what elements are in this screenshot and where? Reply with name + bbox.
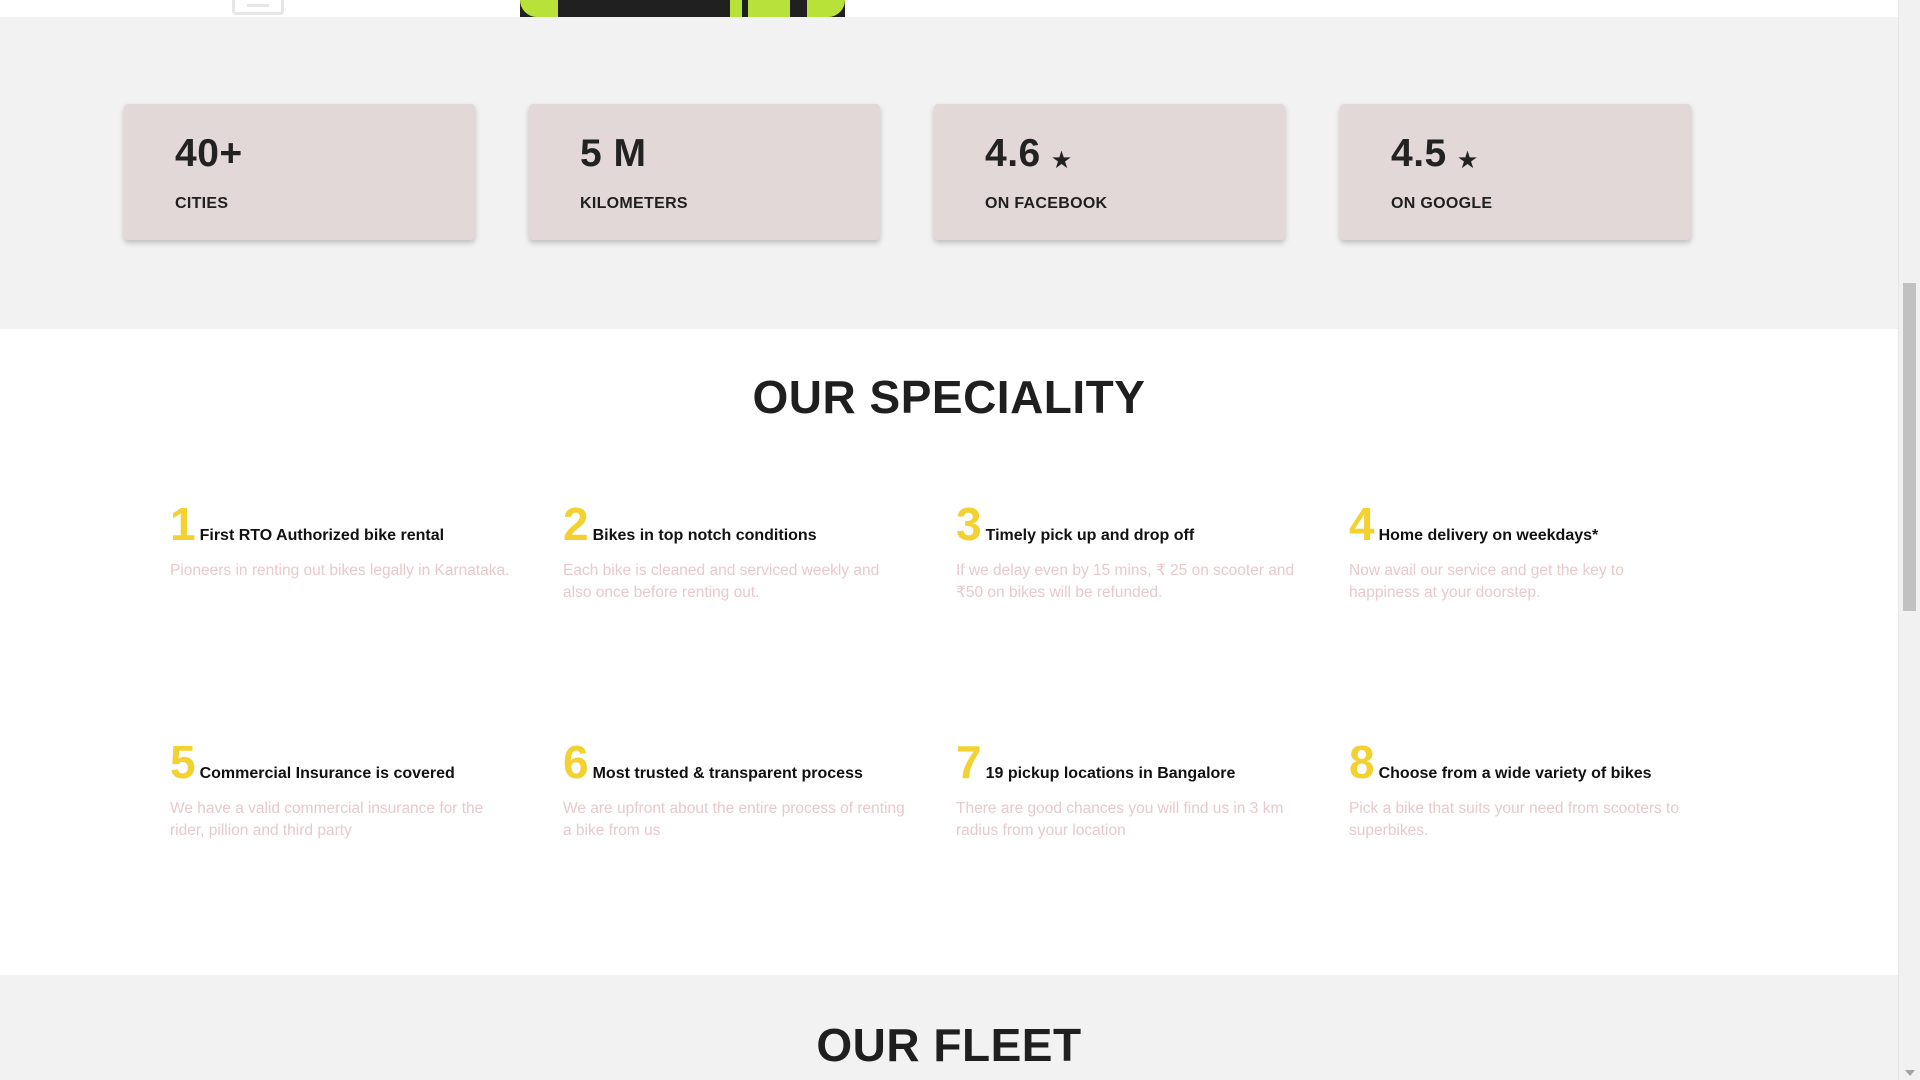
speciality-item-title: Commercial Insurance is covered [199, 765, 455, 782]
speciality-item-desc: Each bike is cleaned and serviced weekly… [563, 562, 880, 601]
speciality-item: 2 Bikes in top notch conditions Each bike… [563, 498, 913, 604]
stat-value: 40+ [175, 132, 243, 176]
stat-number: 5 M [580, 132, 647, 175]
stat-label: KILOMETERS [580, 195, 688, 212]
speciality-item-title: First RTO Authorized bike rental [199, 527, 445, 544]
stats-section: 40+ CITIES 5 M KILOMETERS 4.6 ★ ON FACEBO… [0, 17, 1898, 329]
speciality-item-desc: Pioneers in renting out bikes legally in… [170, 562, 510, 579]
speciality-number: 7 [956, 736, 982, 788]
stat-value: 4.6 ★ [985, 132, 1073, 176]
speciality-item: 3 Timely pick up and drop off If we delay… [956, 498, 1306, 604]
bike-rental-icon [232, 0, 284, 15]
stat-card-cities: 40+ CITIES [124, 104, 475, 240]
scrollbar-thumb[interactable] [1903, 283, 1916, 611]
speciality-item: 6 Most trusted & transparent process We a… [563, 736, 913, 842]
speciality-item-desc: Now avail our service and get the key to… [1349, 562, 1624, 601]
speciality-item: 7 19 pickup locations in Bangalore There … [956, 736, 1306, 842]
fleet-title: OUR FLEET [816, 1019, 1082, 1071]
speciality-item-title: 19 pickup locations in Bangalore [985, 765, 1236, 782]
stat-number: 40+ [175, 132, 243, 175]
speciality-number: 3 [956, 498, 982, 550]
speciality-number: 4 [1349, 498, 1375, 550]
stat-value: 5 M [580, 132, 647, 176]
speciality-item-title: Bikes in top notch conditions [592, 527, 817, 544]
page: 40+ CITIES 5 M KILOMETERS 4.6 ★ ON FACEBO… [0, 0, 1898, 1080]
speciality-item-title: Home delivery on weekdays* [1378, 527, 1599, 544]
speciality-item: 5 Commercial Insurance is covered We have… [170, 736, 520, 842]
speciality-item-desc: Pick a bike that suits your need from sc… [1349, 800, 1679, 839]
speciality-item-desc: We have a valid commercial insurance for… [170, 800, 484, 839]
rider-jacket-image [520, 0, 845, 17]
speciality-item-desc: If we delay even by 15 mins, ₹ 25 on sco… [956, 562, 1295, 601]
speciality-item-desc: We are upfront about the entire process … [563, 800, 905, 839]
stat-number: 4.6 [985, 132, 1041, 175]
stat-number: 4.5 [1391, 132, 1447, 175]
speciality-item: 1 First RTO Authorized bike rental Pionee… [170, 498, 520, 582]
speciality-item-desc: There are good chances you will find us … [956, 800, 1284, 839]
speciality-number: 8 [1349, 736, 1375, 788]
speciality-number: 1 [170, 498, 196, 550]
stat-label: ON GOOGLE [1391, 195, 1493, 212]
stat-card-kilometers: 5 M KILOMETERS [529, 104, 880, 240]
hero-bottom-strip [0, 0, 1898, 17]
stat-card-google-rating: 4.5 ★ ON GOOGLE [1340, 104, 1691, 240]
scroll-down-arrow-icon[interactable] [1905, 1070, 1915, 1076]
star-icon: ★ [1456, 147, 1479, 174]
page-scrollbar[interactable] [1898, 0, 1920, 1080]
speciality-number: 2 [563, 498, 589, 550]
speciality-item-title: Timely pick up and drop off [985, 527, 1195, 544]
stat-label: CITIES [175, 195, 229, 212]
speciality-item-title: Choose from a wide variety of bikes [1378, 765, 1652, 782]
speciality-number: 6 [563, 736, 589, 788]
speciality-title: OUR SPECIALITY [752, 371, 1146, 423]
speciality-item: 4 Home delivery on weekdays* Now avail ou… [1349, 498, 1699, 604]
speciality-item-title: Most trusted & transparent process [592, 765, 863, 782]
stat-card-facebook-rating: 4.6 ★ ON FACEBOOK [934, 104, 1285, 240]
stat-label: ON FACEBOOK [985, 195, 1108, 212]
star-icon: ★ [1050, 147, 1073, 174]
stat-value: 4.5 ★ [1391, 132, 1479, 176]
speciality-number: 5 [170, 736, 196, 788]
speciality-item: 8 Choose from a wide variety of bikes Pic… [1349, 736, 1699, 842]
